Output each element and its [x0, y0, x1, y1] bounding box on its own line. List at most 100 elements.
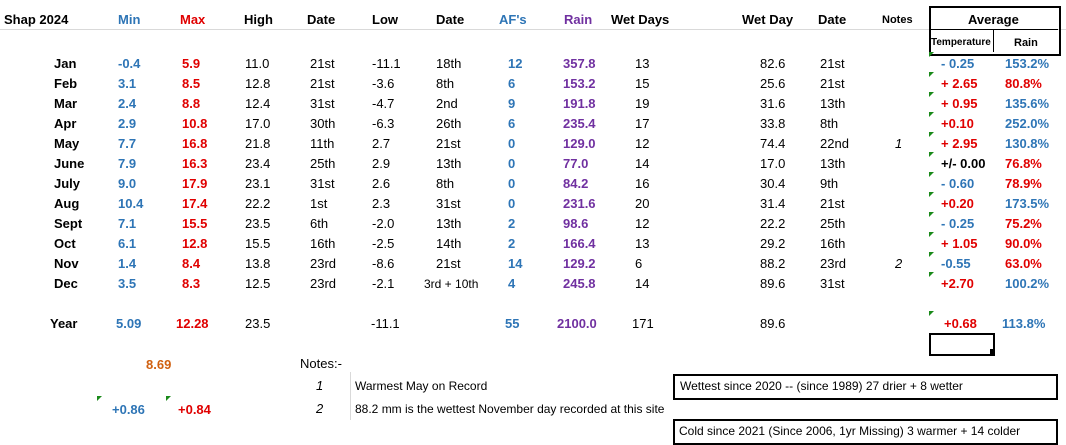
month-low: -8.6 [372, 256, 395, 271]
month-wet-date: 13th [820, 96, 846, 111]
month-high-date: 6th [310, 216, 329, 231]
month-avg-temp: - 0.25 [941, 216, 975, 231]
month-rain: 153.2 [563, 76, 596, 91]
month-wet-days: 12 [635, 216, 650, 231]
notes-label: Notes:- [300, 356, 342, 371]
month-high: 23.1 [245, 176, 271, 191]
month-max: 10.8 [182, 116, 208, 131]
month-max: 8.8 [182, 96, 201, 111]
average-split [993, 30, 994, 52]
comment-marker-icon [929, 92, 934, 97]
month-avg-temp: -0.55 [941, 256, 971, 271]
month-wet-day: 25.6 [760, 76, 786, 91]
month-wet-days: 17 [635, 116, 650, 131]
month-afs: 4 [508, 276, 516, 291]
month-wet-days: 12 [635, 136, 650, 151]
month-wet-day: 30.4 [760, 176, 786, 191]
month-wet-day: 82.6 [760, 56, 786, 71]
month-min: 1.4 [118, 256, 137, 271]
header-temperature: Temperature [931, 37, 991, 48]
comment-marker-icon [929, 272, 934, 277]
month-low: -2.5 [372, 236, 395, 251]
month-high-date: 21st [310, 76, 335, 91]
month-wet-day: 89.6 [760, 276, 786, 291]
comment-marker-icon [929, 232, 934, 237]
average-divider [930, 29, 1058, 30]
fill-handle[interactable] [990, 349, 995, 354]
month-name: Apr [54, 116, 77, 131]
month-rain: 166.4 [563, 236, 596, 251]
month-low-date: 26th [436, 116, 462, 131]
month-wet-date: 22nd [820, 136, 849, 151]
month-wet-date: 13th [820, 156, 846, 171]
cold-text: Cold since 2021 (Since 2006, 1yr Missing… [679, 424, 1021, 438]
header-avg-rain: Rain [1014, 37, 1038, 49]
month-name: June [54, 156, 85, 171]
month-low-date: 13th [436, 216, 462, 231]
month-afs: 14 [508, 256, 523, 271]
month-high-date: 31st [310, 96, 335, 111]
month-avg-rain: 80.8% [1005, 76, 1042, 91]
month-min: 2.4 [118, 96, 137, 111]
month-avg-rain: 130.8% [1005, 136, 1050, 151]
comment-marker-icon [929, 52, 934, 57]
month-name: July [54, 176, 81, 191]
year-high: 23.5 [245, 316, 271, 331]
month-avg-temp: + 2.65 [941, 76, 978, 91]
month-high: 23.5 [245, 216, 271, 231]
month-high-date: 25th [310, 156, 336, 171]
month-avg-temp: + 1.05 [941, 236, 978, 251]
month-max: 8.4 [182, 256, 201, 271]
month-max: 5.9 [182, 56, 201, 71]
month-min: 6.1 [118, 236, 137, 251]
month-rain: 191.8 [563, 96, 596, 111]
year-label: Year [50, 316, 78, 331]
month-high: 22.2 [245, 196, 271, 211]
month-high: 12.8 [245, 76, 271, 91]
month-wet-days: 20 [635, 196, 650, 211]
header-low-date: Date [436, 12, 465, 27]
month-high: 21.8 [245, 136, 271, 151]
month-min: 10.4 [118, 196, 144, 211]
header-high-date: Date [307, 12, 336, 27]
month-high-date: 23rd [310, 256, 337, 271]
month-rain: 357.8 [563, 56, 596, 71]
month-afs: 6 [508, 116, 516, 131]
month-avg-rain: 78.9% [1005, 176, 1042, 191]
month-name: Dec [54, 276, 78, 291]
month-wet-date: 16th [820, 236, 846, 251]
comment-marker-icon [929, 252, 934, 257]
month-min: 7.1 [118, 216, 137, 231]
header-high: High [244, 12, 273, 27]
month-high-date: 31st [310, 176, 335, 191]
month-low-date: 18th [436, 56, 462, 71]
header-low: Low [372, 12, 398, 27]
month-wet-date: 8th [820, 116, 839, 131]
month-wet-date: 21st [820, 76, 845, 91]
month-avg-rain: 100.2% [1005, 276, 1050, 291]
month-avg-temp: +/- 0.00 [941, 156, 986, 171]
month-low-date: 8th [436, 76, 455, 91]
year-rain: 2100.0 [557, 316, 597, 331]
wettest-text: Wettest since 2020 -- (since 1989) 27 dr… [680, 379, 963, 393]
month-high-date: 1st [310, 196, 328, 211]
selected-cell[interactable] [929, 333, 995, 356]
comment-marker-icon [929, 192, 934, 197]
month-rain: 98.6 [563, 216, 589, 231]
month-wet-day: 31.4 [760, 196, 786, 211]
month-min: 2.9 [118, 116, 137, 131]
note-2-number: 2 [316, 401, 324, 416]
comment-marker-icon [929, 112, 934, 117]
month-avg-temp: +2.70 [941, 276, 974, 291]
month-note: 1 [895, 136, 903, 151]
month-rain: 129.2 [563, 256, 596, 271]
month-wet-day: 88.2 [760, 256, 786, 271]
month-wet-day: 74.4 [760, 136, 786, 151]
max-anomaly: +0.84 [178, 402, 211, 417]
month-afs: 0 [508, 136, 516, 151]
month-afs: 0 [508, 156, 516, 171]
month-wet-date: 23rd [820, 256, 847, 271]
month-low: -2.1 [372, 276, 395, 291]
month-rain: 84.2 [563, 176, 589, 191]
month-high: 13.8 [245, 256, 271, 271]
